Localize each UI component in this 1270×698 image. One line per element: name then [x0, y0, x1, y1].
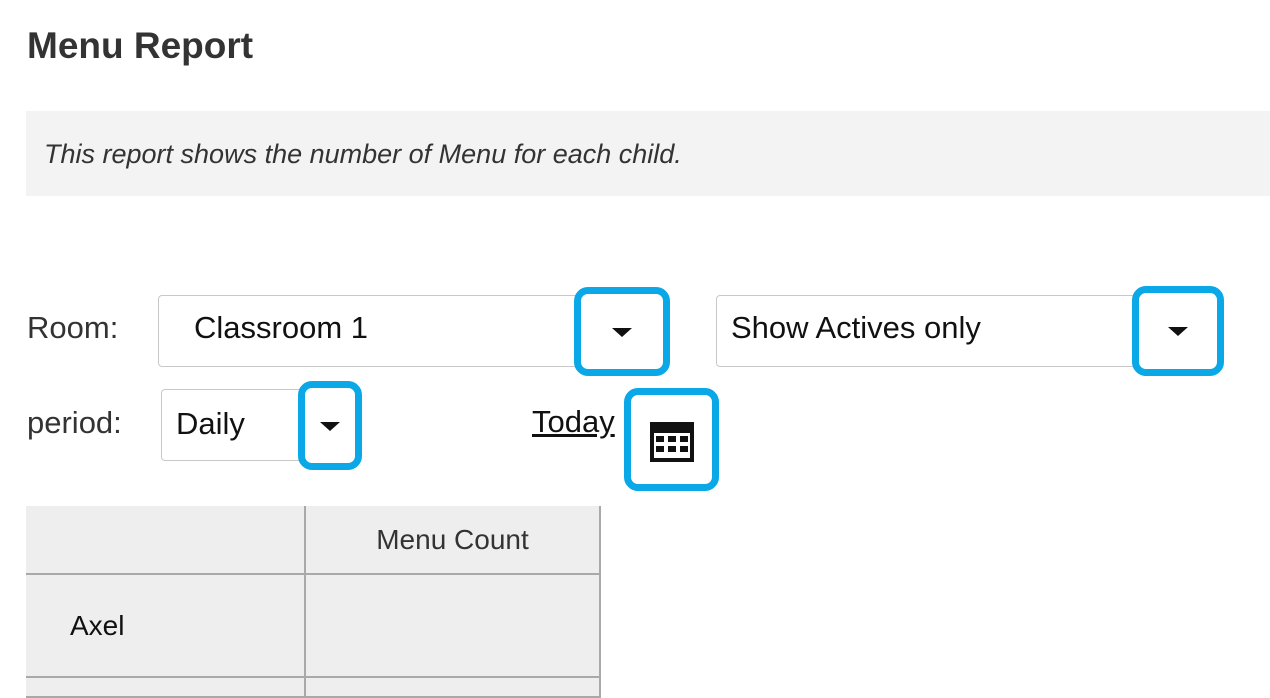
report-description-box: This report shows the number of Menu for…	[26, 111, 1270, 196]
child-name-cell: Axel	[26, 573, 306, 678]
calendar-button[interactable]	[624, 388, 719, 491]
page-title: Menu Report	[27, 25, 254, 66]
caret-down-icon	[1168, 327, 1188, 336]
period-dropdown-button[interactable]	[298, 381, 362, 470]
room-selected-value: Classroom 1	[194, 310, 368, 345]
table-header-name	[26, 506, 306, 575]
period-selected-value: Daily	[176, 406, 245, 441]
menu-count-cell	[304, 573, 601, 678]
table-row	[26, 676, 601, 698]
child-name-cell	[26, 676, 306, 698]
report-description: This report shows the number of Menu for…	[44, 139, 682, 169]
caret-down-icon	[612, 327, 632, 337]
status-selected-value: Show Actives only	[731, 310, 981, 345]
status-dropdown-button[interactable]	[1132, 286, 1224, 376]
menu-count-cell	[304, 676, 601, 698]
period-label: period:	[27, 405, 122, 440]
table-row: Axel	[26, 573, 601, 678]
table-header-row: Menu Count	[26, 506, 601, 575]
calendar-icon	[649, 421, 694, 462]
room-dropdown-button[interactable]	[574, 287, 670, 376]
menu-report-table: Menu Count Axel	[26, 506, 601, 698]
today-link[interactable]: Today	[532, 404, 615, 440]
table-header-menu-count: Menu Count	[304, 506, 601, 575]
room-label: Room:	[27, 310, 119, 345]
caret-down-icon	[320, 421, 340, 431]
